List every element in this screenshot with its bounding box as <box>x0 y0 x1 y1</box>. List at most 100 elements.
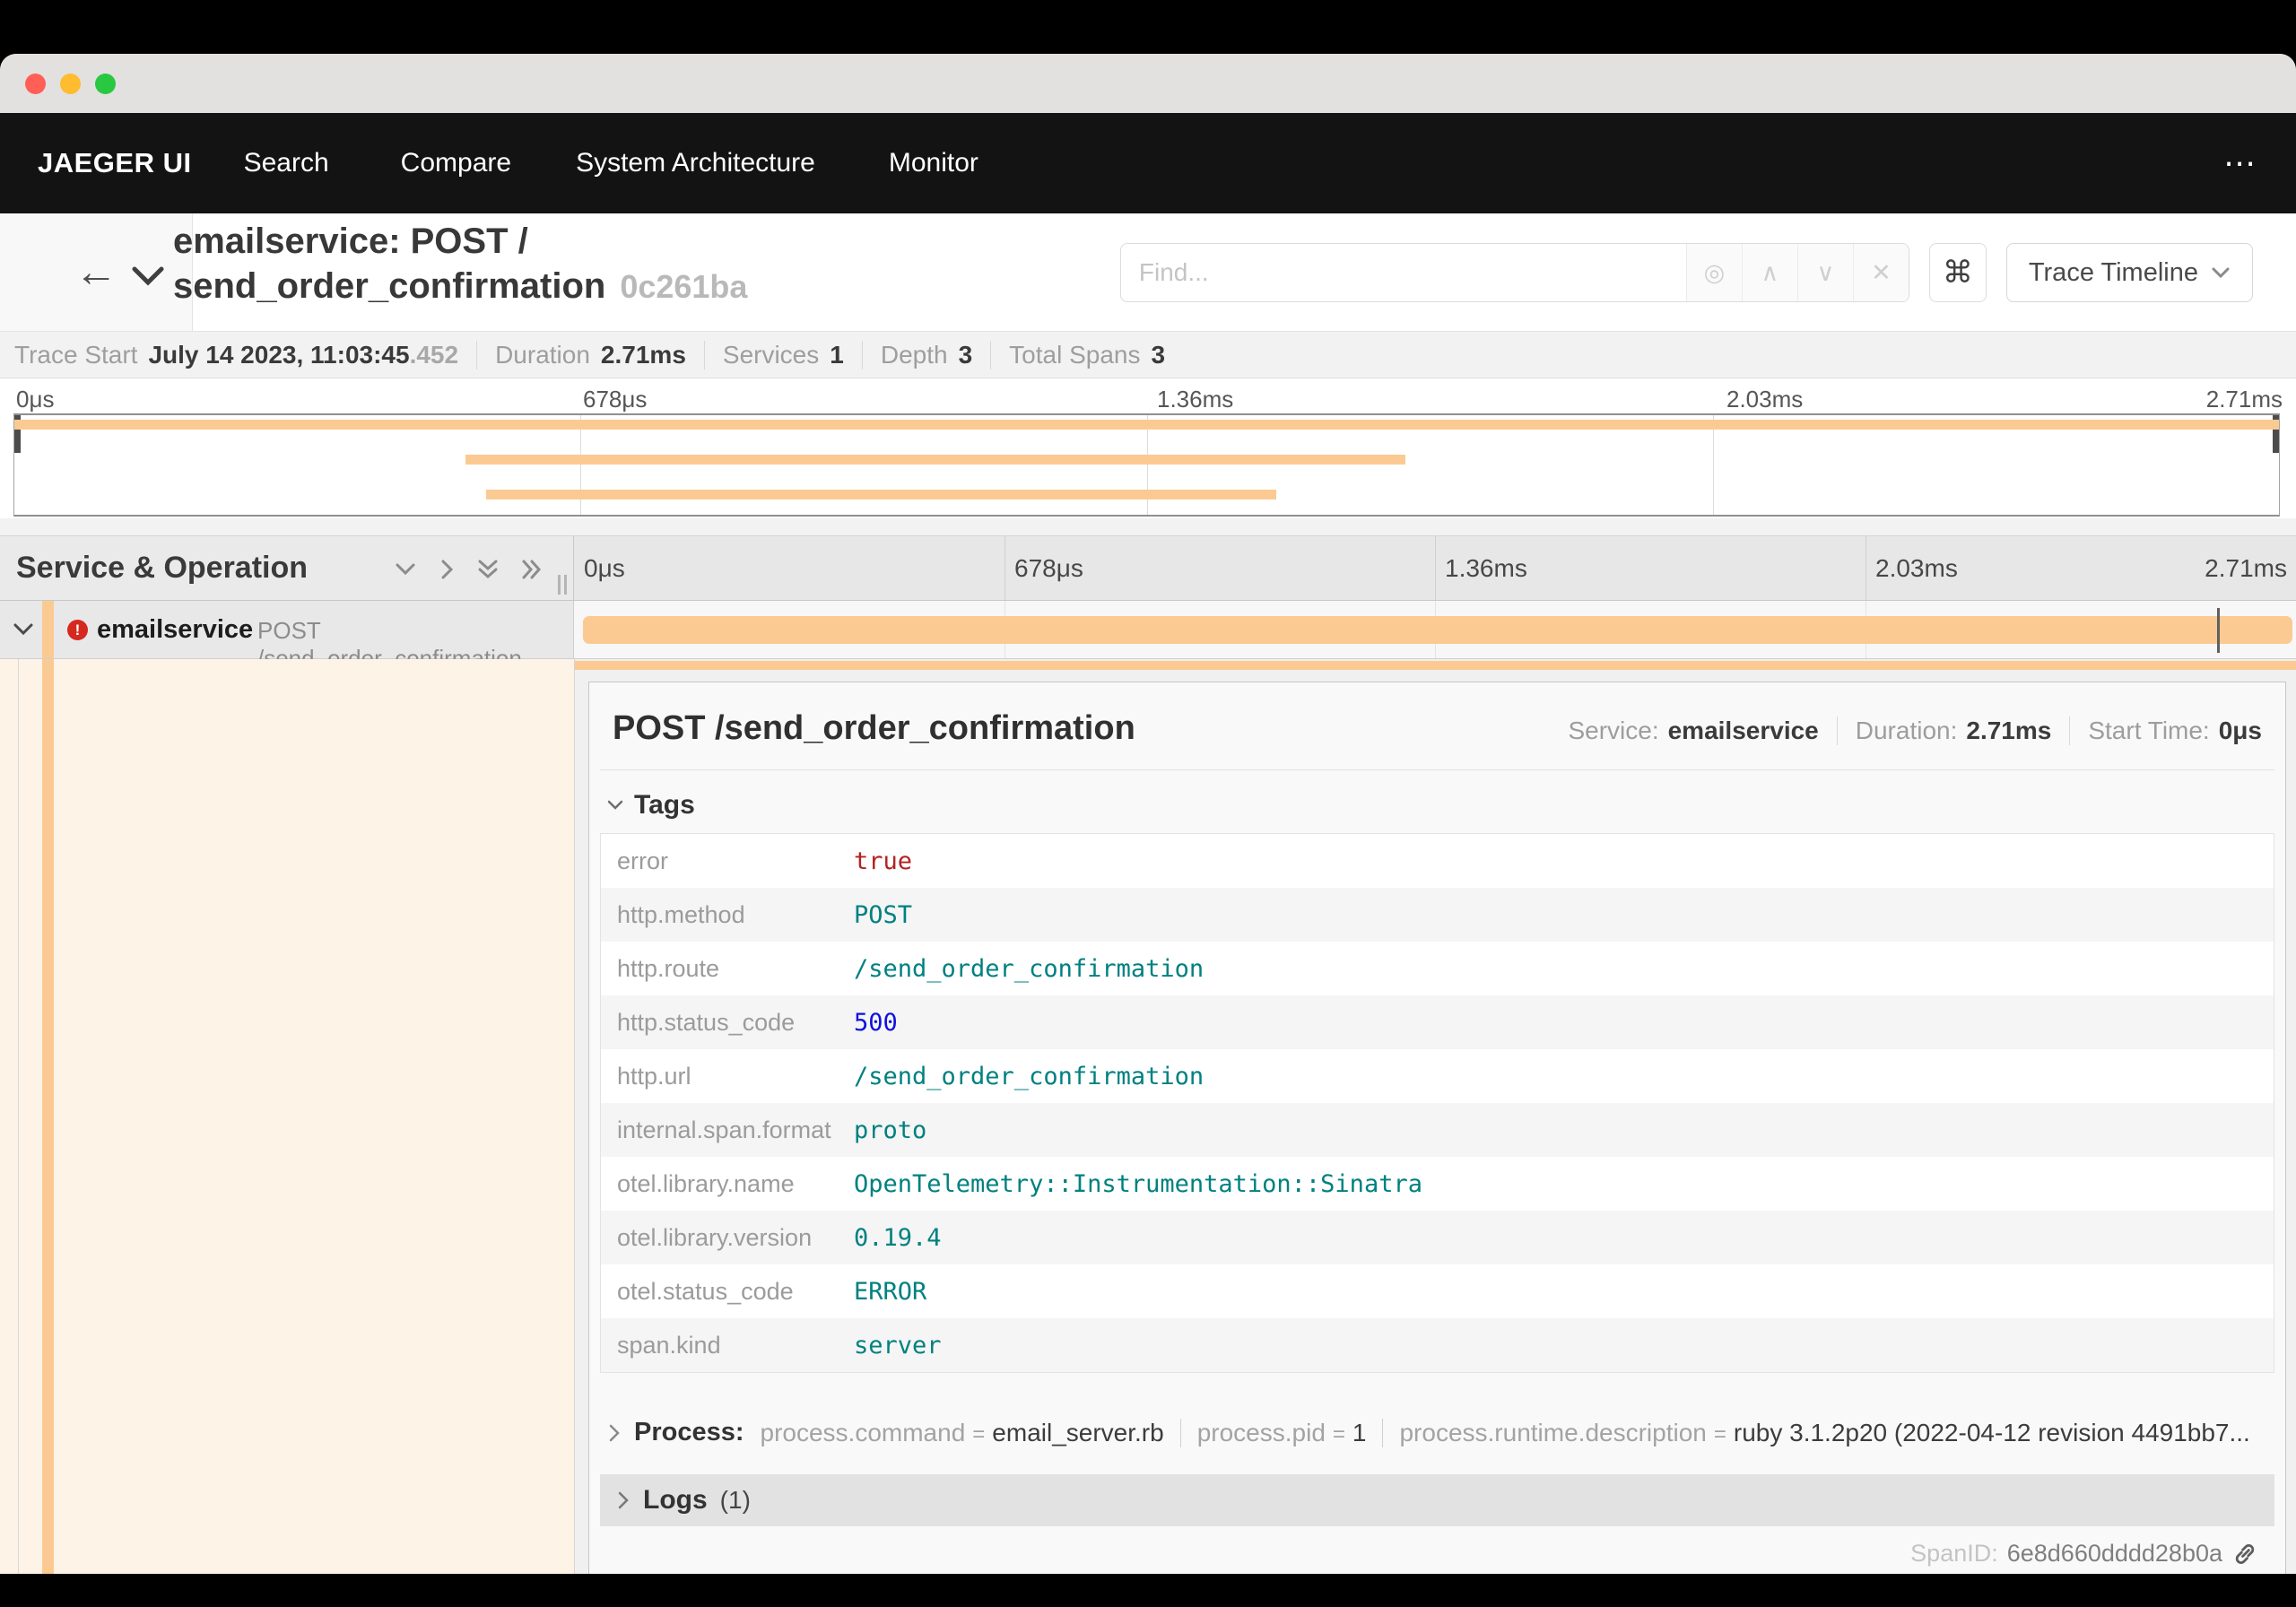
span-detail-area: POST /send_order_confirmation Service: e… <box>574 659 2296 1574</box>
minimap-ruler: 0μs 678μs 1.36ms 2.03ms 2.71ms <box>0 378 2296 413</box>
link-icon[interactable] <box>2231 1541 2258 1568</box>
minimap-gridline <box>1712 415 1714 515</box>
trace-title-line1: emailservice: POST / <box>173 222 528 261</box>
span-detail-card: POST /send_order_confirmation Service: e… <box>588 682 2286 1574</box>
chevron-down-icon <box>2212 267 2230 279</box>
trace-view-selector[interactable]: Trace Timeline <box>2005 243 2253 302</box>
find-clear-button[interactable]: ✕ <box>1852 244 1909 301</box>
minimap-gridline <box>1146 415 1148 515</box>
service-operation-header: Service & Operation <box>0 536 574 600</box>
tag-row: http.method POST <box>601 888 2274 942</box>
timeline-tick-label: 678μs <box>1014 554 1083 582</box>
detail-service-meta: Service: emailservice <box>1568 717 1819 744</box>
span-list-header: Service & Operation 0μs 678μs 1.36ms 2.0… <box>0 535 2296 601</box>
chevron-right-icon <box>618 1491 629 1509</box>
tag-row: http.route/send_order_confirmation <box>617 954 1205 983</box>
tags-section-toggle[interactable]: Tags <box>607 790 2274 821</box>
find-bar: ◎ ∧ ∨ ✕ <box>1119 243 1909 302</box>
total-spans-meta: Total Spans 3 <box>990 340 1165 369</box>
nav-item-compare[interactable]: Compare <box>401 148 511 178</box>
process-tag: process.command = email_server.rb <box>760 1418 1164 1446</box>
page-title: emailservice: POST / send_order_confirma… <box>173 219 747 309</box>
span-duration-bar[interactable] <box>583 616 2292 644</box>
ruler-tick-label: 2.03ms <box>1726 386 1804 413</box>
timeline-minimap-wrap <box>0 413 2296 518</box>
detail-duration-meta: Duration: 2.71ms <box>1836 717 2051 745</box>
span-detail-accent-bar <box>575 661 2296 670</box>
trace-id: 0c261ba <box>620 268 748 305</box>
nav-overflow-icon[interactable]: ⋯ <box>2223 144 2258 182</box>
ruler-tick-label: 1.36ms <box>1157 386 1234 413</box>
process-tag: process.pid = 1 <box>1179 1418 1366 1447</box>
app-window: JAEGER UI Search Compare System Architec… <box>0 54 2296 1574</box>
timeline-tick-label: 1.36ms <box>1445 554 1527 582</box>
trace-start-meta: Trace Start July 14 2023, 11:03:45 .452 <box>14 340 459 369</box>
close-window-icon[interactable] <box>25 74 46 94</box>
services-meta: Services 1 <box>703 340 844 369</box>
collapse-trace-chevron-icon[interactable] <box>131 265 165 291</box>
chevron-up-icon: ∧ <box>1761 258 1779 286</box>
tags-section-title: Tags <box>634 790 695 820</box>
minimap-span-bar <box>465 455 1406 465</box>
tag-row: otel.status_code ERROR <box>617 1277 927 1306</box>
span-service-name: emailservice <box>97 615 254 644</box>
duration-meta: Duration 2.71ms <box>476 340 686 369</box>
indent-guide <box>18 659 19 1574</box>
process-tag: process.runtime.description = ruby 3.1.2… <box>1382 1418 2250 1447</box>
close-icon: ✕ <box>1871 258 1892 286</box>
expand-one-icon[interactable] <box>438 558 456 581</box>
trace-view-selector-label: Trace Timeline <box>2028 257 2198 287</box>
divider <box>0 518 2296 535</box>
span-color-stripe <box>42 659 54 1574</box>
collapse-one-icon[interactable] <box>393 558 418 581</box>
span-id-label: SpanID: <box>1910 1540 1998 1567</box>
process-section-title: Process: <box>634 1418 744 1446</box>
span-row[interactable]: ! emailservice POST /send_order_confirma… <box>0 601 2296 672</box>
logs-section-title: Logs <box>643 1485 708 1515</box>
ruler-tick-label: 0μs <box>16 386 55 413</box>
tags-table: error true http.method POST http.route/sen… <box>600 833 2274 1373</box>
nav-item-search[interactable]: Search <box>244 148 329 178</box>
span-row-name-column[interactable]: ! emailservice POST /send_order_confirma… <box>0 601 574 672</box>
timeline-tick-label: 0μs <box>584 554 625 582</box>
logs-section-toggle[interactable]: Logs (1) <box>600 1474 2274 1526</box>
expand-all-icon[interactable] <box>520 558 544 581</box>
locate-icon: ◎ <box>1703 258 1726 286</box>
find-next-button[interactable]: ∨ <box>1796 244 1853 301</box>
nav-item-monitor[interactable]: Monitor <box>889 148 978 178</box>
nav-item-system-architecture[interactable]: System Architecture <box>576 148 815 178</box>
screen-letterbox <box>0 1574 2296 1607</box>
collapse-all-icon[interactable] <box>475 558 500 581</box>
tag-row: http.status_code 500 <box>601 995 2274 1049</box>
depth-meta: Depth 3 <box>861 340 972 369</box>
timeline-header: 0μs 678μs 1.36ms 2.03ms 2.71ms <box>574 536 2296 600</box>
trace-header: ← emailservice: POST / send_order_confir… <box>0 213 2296 332</box>
column-resize-handle[interactable] <box>558 575 567 595</box>
chevron-right-icon <box>609 1424 620 1441</box>
locate-span-button[interactable]: ◎ <box>1685 244 1742 301</box>
back-arrow-icon: ← <box>74 248 117 296</box>
top-nav: JAEGER UI Search Compare System Architec… <box>0 113 2296 213</box>
timeline-minimap[interactable] <box>13 413 2280 517</box>
trace-title-line2: send_order_confirmation 0c261ba <box>173 266 748 306</box>
minimap-gridline <box>580 415 582 515</box>
timeline-cursor-line <box>2217 608 2220 653</box>
tag-row: otel.library.version 0.19.4 <box>601 1211 2274 1264</box>
process-section-toggle[interactable]: Process: process.command = email_server.… <box>600 1418 2274 1447</box>
minimap-span-bar <box>486 490 1276 499</box>
zoom-window-icon[interactable] <box>95 74 116 94</box>
nav-brand[interactable]: JAEGER UI <box>38 147 192 179</box>
tag-row: http.url/send_order_confirmation <box>617 1062 1205 1090</box>
logs-count: (1) <box>719 1486 751 1514</box>
span-detail-left-column <box>0 659 574 1574</box>
keyboard-shortcuts-button[interactable]: ⌘ <box>1928 243 1987 302</box>
timeline-tick-label: 2.71ms <box>2205 554 2287 582</box>
find-input[interactable] <box>1120 244 1686 301</box>
minimap-span-bar <box>14 420 2279 430</box>
span-detail-title: POST /send_order_confirmation <box>613 709 1135 747</box>
span-children-chevron-icon[interactable] <box>13 622 34 641</box>
minimize-window-icon[interactable] <box>60 74 81 94</box>
span-row-timeline[interactable] <box>574 601 2296 659</box>
find-prev-button[interactable]: ∧ <box>1741 244 1797 301</box>
chevron-down-icon <box>607 800 623 810</box>
